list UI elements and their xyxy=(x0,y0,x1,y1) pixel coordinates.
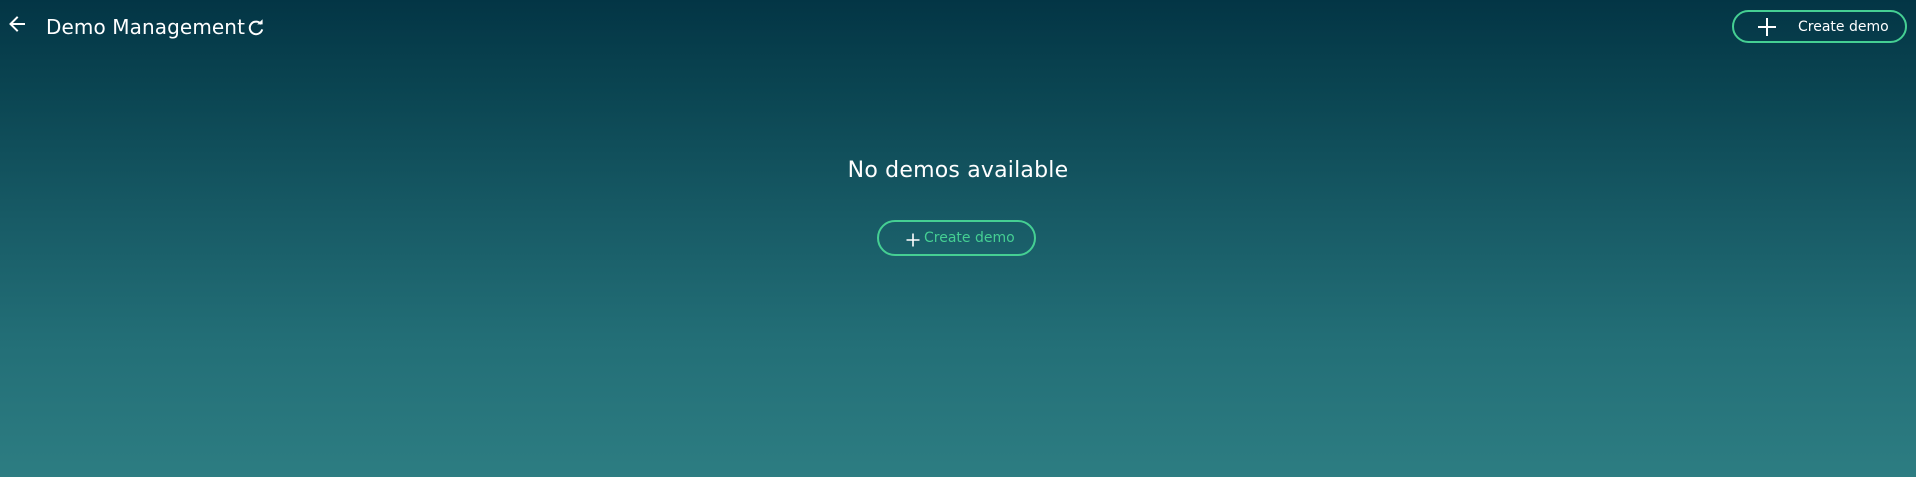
refresh-icon xyxy=(248,19,264,36)
back-button[interactable] xyxy=(6,13,28,35)
empty-state-create-demo-label: Create demo xyxy=(924,230,1015,246)
refresh-button[interactable] xyxy=(245,17,267,39)
app-header: Demo Management Create demo xyxy=(0,0,1916,56)
empty-state-message: No demos available xyxy=(847,158,1069,183)
create-demo-button-label: Create demo xyxy=(1798,19,1889,35)
plus-icon xyxy=(906,233,920,247)
create-demo-button[interactable]: Create demo xyxy=(1732,10,1907,43)
plus-icon xyxy=(1758,18,1776,36)
arrow-left-icon xyxy=(9,16,25,32)
page-title: Demo Management xyxy=(46,15,246,39)
empty-state-create-demo-button[interactable]: Create demo xyxy=(877,220,1036,256)
